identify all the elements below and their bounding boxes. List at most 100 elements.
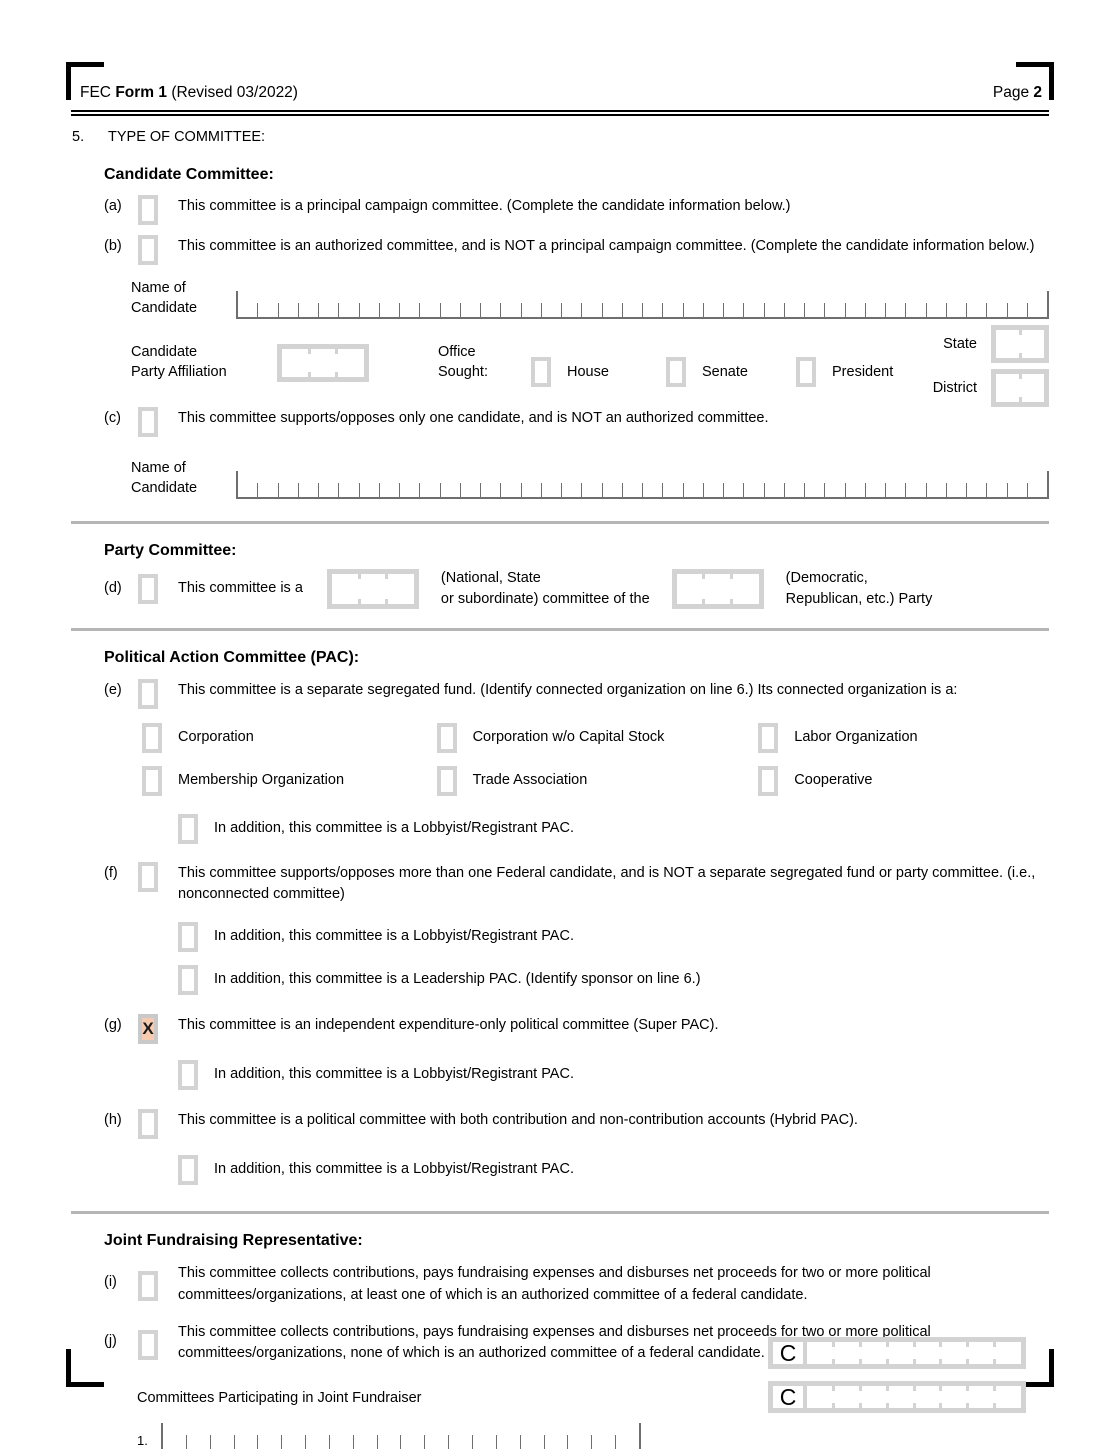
connected-org-labor-organization[interactable]: Labor Organization — [758, 722, 1049, 753]
comb-input-participant-1[interactable] — [161, 1422, 641, 1449]
cellbox-party-affiliation[interactable] — [277, 344, 369, 383]
checkbox-super-pac[interactable] — [138, 1013, 158, 1044]
lobbyist-pac-g[interactable]: In addition, this committee is a Lobbyis… — [178, 1059, 1049, 1090]
party-affiliation-field[interactable] — [277, 344, 369, 383]
participant-1-name-field[interactable] — [161, 1422, 641, 1449]
committee-id-field-2[interactable]: C — [768, 1380, 1026, 1413]
leadership-pac-f[interactable]: In addition, this committee is a Leaders… — [178, 964, 1049, 995]
connected-org-cooperative[interactable]: Cooperative — [758, 765, 1049, 796]
label-corporation-wo-capital-stock: Corporation w/o Capital Stock — [472, 728, 665, 745]
option-g-checkbox-wrap[interactable] — [138, 1013, 178, 1044]
option-i-letter: (i) — [104, 1274, 117, 1291]
checkbox-labor-organization-wrap[interactable] — [758, 722, 794, 753]
comb-input-candidate-name-1[interactable] — [236, 291, 1049, 320]
checkbox-lobbyist-registrant-pac-f[interactable] — [178, 921, 198, 952]
office-option-house[interactable]: House — [531, 357, 609, 388]
lobbyist-pac-f[interactable]: In addition, this committee is a Lobbyis… — [178, 921, 1049, 952]
checkbox-office-president[interactable] — [796, 357, 816, 388]
label-corporation: Corporation — [178, 728, 254, 745]
connected-org-membership-organization[interactable]: Membership Organization — [142, 765, 437, 796]
form-identifier: FEC Form 1 (Revised 03/2022) — [80, 84, 298, 102]
comb-input-candidate-name-2[interactable] — [236, 471, 1049, 500]
checkbox-president-wrap[interactable] — [796, 357, 832, 388]
office-option-senate[interactable]: Senate — [666, 357, 748, 388]
checkbox-corporation-wrap[interactable] — [142, 722, 178, 753]
checkbox-labor-organization[interactable] — [758, 722, 779, 753]
checkbox-corporation-wo-capital-stock-wrap[interactable] — [436, 722, 473, 753]
checkbox-cooperative[interactable] — [758, 765, 779, 796]
comb-ticks — [238, 303, 1047, 318]
connected-org-corporation-wo-capital-stock[interactable]: Corporation w/o Capital Stock — [436, 722, 759, 753]
checkbox-lobbyist-pac-e-wrap[interactable] — [178, 813, 214, 844]
checkbox-principal-campaign-committee[interactable] — [138, 195, 158, 226]
committee-id-1-cells[interactable] — [807, 1341, 1021, 1364]
checkbox-membership-organization[interactable] — [142, 765, 162, 796]
checkbox-senate-wrap[interactable] — [666, 357, 702, 388]
option-e-checkbox-wrap[interactable] — [138, 678, 178, 709]
checkbox-separate-segregated-fund[interactable] — [138, 678, 158, 709]
lobbyist-pac-e[interactable]: In addition, this committee is a Lobbyis… — [178, 813, 1049, 844]
option-d[interactable]: (d) This committee is a (National, State… — [104, 568, 1049, 610]
checkbox-corporation[interactable] — [142, 722, 162, 753]
checkbox-lobbyist-registrant-pac-h[interactable] — [178, 1154, 198, 1185]
divider-after-pac — [71, 1210, 1049, 1214]
option-e[interactable]: (e) This committee is a separate segrega… — [104, 678, 1049, 709]
checkbox-leadership-pac[interactable] — [178, 964, 198, 995]
option-i-text: This committee collects contributions, p… — [178, 1265, 931, 1303]
checkbox-joint-fundraising-authorized[interactable] — [138, 1271, 158, 1302]
checkbox-membership-organization-wrap[interactable] — [142, 765, 178, 796]
option-g-letter: (g) — [104, 1016, 122, 1033]
option-i[interactable]: (i) This committee collects contribution… — [104, 1261, 1049, 1306]
name-of-candidate-field-2[interactable] — [236, 471, 1049, 500]
district-label: District — [932, 379, 977, 396]
checkbox-authorized-committee[interactable] — [138, 235, 158, 266]
option-j-checkbox-wrap[interactable] — [138, 1320, 178, 1361]
form-revision: (Revised 03/2022) — [171, 84, 298, 101]
option-h[interactable]: (h) This committee is a political commit… — [104, 1108, 1049, 1139]
option-f-checkbox-wrap[interactable] — [138, 861, 178, 892]
option-h-checkbox-wrap[interactable] — [138, 1108, 178, 1139]
option-a-checkbox-wrap[interactable] — [138, 194, 178, 226]
connected-org-corporation[interactable]: Corporation — [142, 722, 437, 753]
checkbox-lobbyist-pac-f-wrap[interactable] — [178, 921, 214, 952]
name-of-candidate-field-1[interactable] — [236, 291, 1049, 320]
connected-org-trade-association[interactable]: Trade Association — [436, 765, 759, 796]
option-c-checkbox-wrap[interactable] — [138, 406, 178, 438]
cellbox-district[interactable] — [991, 369, 1049, 408]
office-sought-label-line1: Office — [438, 344, 476, 361]
option-b-checkbox-wrap[interactable] — [138, 234, 178, 266]
name-of-candidate-label-line1: Name of — [131, 280, 186, 297]
checkbox-lobbyist-pac-h-wrap[interactable] — [178, 1154, 214, 1185]
cellbox-state[interactable] — [991, 325, 1049, 364]
option-i-checkbox-wrap[interactable] — [138, 1261, 178, 1302]
committee-id-field-1[interactable]: C — [768, 1336, 1026, 1369]
checkbox-office-senate[interactable] — [666, 357, 686, 388]
option-a[interactable]: (a) This committee is a principal campai… — [104, 194, 1049, 226]
checkbox-office-house[interactable] — [531, 357, 551, 388]
checkbox-corporation-wo-capital-stock[interactable] — [436, 722, 457, 753]
checkbox-trade-association-wrap[interactable] — [436, 765, 473, 796]
option-b[interactable]: (b) This committee is an authorized comm… — [104, 234, 1049, 266]
name-of-candidate-label-2: Name of Candidate — [131, 459, 236, 499]
checkbox-supports-one-candidate[interactable] — [138, 407, 158, 438]
checkbox-joint-fundraising-none-authorized[interactable] — [138, 1330, 158, 1361]
checkbox-trade-association[interactable] — [436, 765, 457, 796]
option-g[interactable]: (g) This committee is an independent exp… — [104, 1013, 1049, 1044]
lobbyist-pac-h[interactable]: In addition, this committee is a Lobbyis… — [178, 1154, 1049, 1185]
checkbox-nonconnected-committee[interactable] — [138, 861, 158, 892]
checkbox-leadership-pac-wrap[interactable] — [178, 964, 214, 995]
cellbox-party-name[interactable] — [671, 569, 764, 610]
checkbox-lobbyist-pac-g-wrap[interactable] — [178, 1059, 214, 1090]
checkbox-hybrid-pac[interactable] — [138, 1108, 158, 1139]
committee-id-group: C C — [768, 1336, 1026, 1425]
district-row: District — [843, 369, 1049, 408]
option-f[interactable]: (f) This committee supports/opposes more… — [104, 861, 1049, 906]
option-d-checkbox-wrap[interactable] — [138, 574, 178, 605]
checkbox-lobbyist-registrant-pac-e[interactable] — [178, 813, 198, 844]
checkbox-party-committee[interactable] — [138, 574, 158, 605]
cellbox-party-scope[interactable] — [326, 569, 419, 610]
checkbox-lobbyist-registrant-pac-g[interactable] — [178, 1059, 198, 1090]
checkbox-house-wrap[interactable] — [531, 357, 567, 388]
committee-id-2-cells[interactable] — [807, 1385, 1021, 1408]
checkbox-cooperative-wrap[interactable] — [758, 765, 794, 796]
